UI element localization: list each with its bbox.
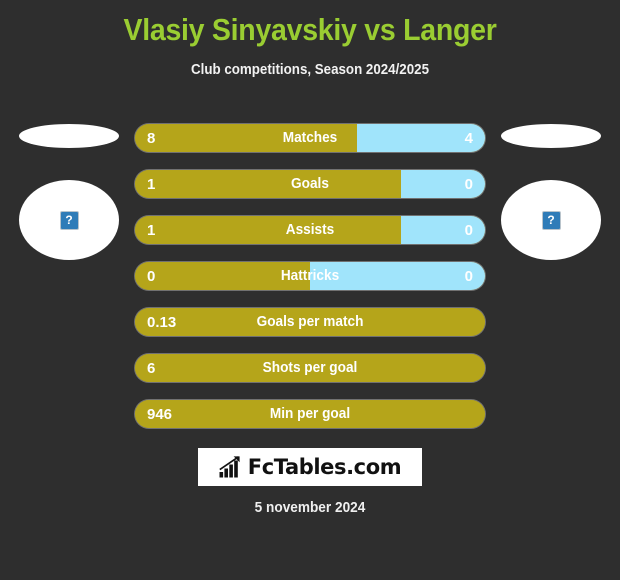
page-subtitle: Club competitions, Season 2024/2025 xyxy=(191,62,429,78)
stat-bar-row: 1 Assists 0 xyxy=(135,216,485,244)
fctables-logo[interactable]: FcTables.com xyxy=(198,448,422,486)
stat-bar-away-fill xyxy=(357,124,485,152)
stat-bar-row: 6 Shots per goal xyxy=(135,354,485,382)
home-photo-placeholder: ? xyxy=(19,180,119,260)
away-photo-placeholder: ? xyxy=(501,180,601,260)
footer-date: 5 november 2024 xyxy=(254,500,366,516)
stat-bar-away-fill xyxy=(401,170,485,198)
stat-bar-row: 946 Min per goal xyxy=(135,400,485,428)
stat-bar-row: 8 Matches 4 xyxy=(135,124,485,152)
stat-bar-home-fill xyxy=(135,262,310,290)
bar-chart-arrow-icon xyxy=(219,456,240,478)
broken-image-icon: ? xyxy=(59,210,79,230)
stat-bar-home-fill xyxy=(135,400,485,428)
stat-bar-row: 1 Goals 0 xyxy=(135,170,485,198)
infographic-root: Vlasiy Sinyavskiy vs Langer Club competi… xyxy=(0,0,620,580)
player-away: ? xyxy=(488,112,614,272)
stat-bar-home-fill xyxy=(135,170,401,198)
away-flag-placeholder xyxy=(501,124,601,148)
player-home: ? xyxy=(6,112,132,272)
stat-bar-home-fill xyxy=(135,308,485,336)
stat-bar-home-fill xyxy=(135,354,485,382)
broken-image-icon: ? xyxy=(541,210,561,230)
stat-bar-home-fill xyxy=(135,124,358,152)
stat-bar-row: 0.13 Goals per match xyxy=(135,308,485,336)
stat-bar-list: 8 Matches 4 1 Goals 0 1 Assists 0 0 Hattricks 0 0.13… xyxy=(135,124,485,446)
home-flag-placeholder xyxy=(19,124,119,148)
stat-bar-home-fill xyxy=(135,216,401,244)
stat-bar-away-fill xyxy=(401,216,485,244)
page-title: Vlasiy Sinyavskiy vs Langer xyxy=(123,12,497,47)
logo-text: FcTables.com xyxy=(247,454,402,479)
stat-bar-away-fill xyxy=(310,262,485,290)
stat-bar-row: 0 Hattricks 0 xyxy=(135,262,485,290)
